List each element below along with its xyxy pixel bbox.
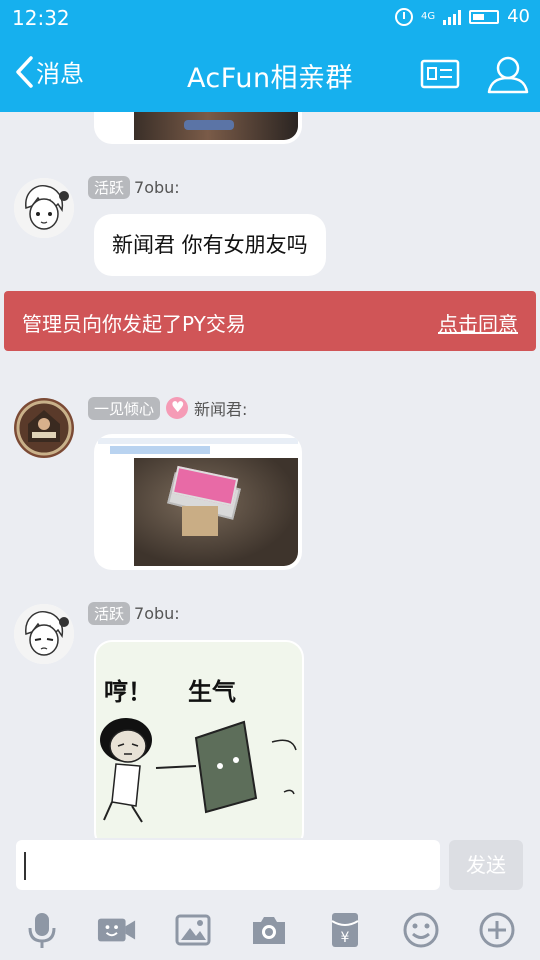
network-type: 4G (420, 10, 436, 22)
affinity-badge: 一见倾心 (88, 396, 161, 420)
text-message[interactable]: 新闻君 你有女朋友吗 (94, 214, 326, 276)
sticker-image[interactable]: 哼！ 生气 (96, 642, 302, 838)
group-members-button[interactable] (486, 54, 530, 98)
sender-name: 新闻君: (194, 400, 248, 419)
voice-button[interactable] (22, 910, 62, 950)
trade-alert-banner: 管理员向你发起了PY交易 点击同意 (4, 291, 536, 351)
message-photo[interactable] (98, 438, 298, 566)
video-button[interactable] (97, 910, 137, 950)
message-input[interactable] (16, 840, 440, 890)
avatar-image (14, 398, 74, 458)
video-icon (97, 918, 136, 942)
send-button[interactable]: 发送 (449, 840, 523, 890)
plus-icon (479, 912, 515, 948)
svg-text:¥: ¥ (341, 930, 350, 946)
sender-line: 一见倾心 新闻君: (88, 396, 247, 420)
heart-icon (166, 397, 189, 419)
message-photo[interactable] (134, 112, 298, 140)
text-cursor (24, 852, 26, 880)
id-card-icon (420, 59, 460, 89)
sender-line: 活跃 7obu: (88, 176, 180, 199)
image-button[interactable] (173, 910, 213, 950)
alarm-icon (394, 7, 413, 26)
input-bar: 发送 (0, 838, 540, 900)
battery-level: 40 (507, 6, 530, 27)
signal-icon (443, 9, 462, 25)
chat-area[interactable]: 活跃 7obu: 新闻君 你有女朋友吗 管理员向你发起了PY交易 点击同意 一见… (0, 112, 540, 838)
nav-bar: 消息 AcFun相亲群 (0, 36, 540, 112)
sender-name: 7obu: (134, 178, 180, 197)
sender-name: 7obu: (134, 604, 180, 623)
person-icon (487, 56, 529, 94)
emoji-button[interactable] (401, 910, 441, 950)
red-packet-button[interactable]: ¥ (325, 910, 365, 950)
accept-link[interactable]: 点击同意 (438, 308, 518, 337)
image-icon (175, 914, 211, 946)
sticker-drawing (100, 718, 297, 823)
status-time: 12:32 (12, 6, 70, 30)
battery-icon (469, 9, 500, 24)
status-bar: 12:32 4G 40 (0, 0, 540, 36)
avatar[interactable] (14, 178, 74, 238)
emoji-icon (403, 912, 439, 948)
more-button[interactable] (477, 910, 517, 950)
camera-button[interactable] (249, 910, 289, 950)
status-icons: 4G 40 (394, 6, 530, 27)
group-card-button[interactable] (420, 58, 460, 94)
activity-badge: 活跃 (88, 176, 131, 199)
microphone-icon (28, 913, 56, 948)
sticker-message[interactable]: 哼！ 生气 (94, 640, 304, 838)
avatar[interactable] (14, 604, 74, 664)
red-packet-icon: ¥ (331, 913, 359, 947)
activity-badge: 活跃 (88, 602, 131, 625)
avatar-image (14, 178, 74, 238)
sender-line: 活跃 7obu: (88, 602, 180, 625)
avatar-image (14, 604, 74, 664)
input-toolbar: ¥ (0, 900, 540, 960)
image-message-partial[interactable] (94, 112, 302, 144)
avatar[interactable] (14, 398, 74, 458)
image-message[interactable] (94, 434, 302, 570)
alert-message: 管理员向你发起了PY交易 (22, 312, 246, 336)
camera-icon (253, 917, 285, 944)
